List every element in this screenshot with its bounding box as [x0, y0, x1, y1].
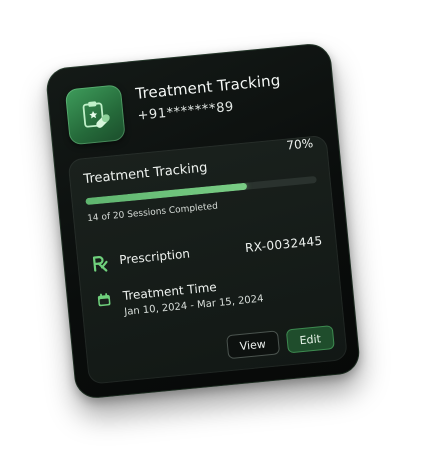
- details-panel: 70% Treatment Tracking 14 of 20 Sessions…: [67, 134, 348, 385]
- action-buttons: View Edit: [225, 325, 335, 360]
- rx-icon: [91, 254, 111, 274]
- view-button[interactable]: View: [225, 330, 280, 360]
- prescription-row: Prescription RX-0032445: [91, 234, 324, 274]
- treatment-time-block: Treatment Time Jan 10, 2024 - Mar 15, 20…: [122, 276, 264, 318]
- prescription-number: RX-0032445: [244, 233, 324, 256]
- treatment-time-row: Treatment Time Jan 10, 2024 - Mar 15, 20…: [94, 270, 328, 321]
- progress-percent: 70%: [285, 136, 314, 153]
- patient-phone: +91*******89: [136, 99, 235, 124]
- progress-label: Treatment Tracking: [82, 160, 209, 188]
- treatment-tracking-card: Treatment Tracking +91*******89 70% Trea…: [44, 42, 362, 400]
- sessions-completed: 14 of 20 Sessions Completed: [86, 201, 219, 225]
- calendar-icon: [94, 290, 114, 310]
- clipboard-pill-icon: [64, 84, 126, 146]
- progress-fill: [85, 182, 248, 206]
- edit-button[interactable]: Edit: [285, 325, 335, 354]
- header-title: Treatment Tracking: [134, 70, 282, 103]
- prescription-label: Prescription: [118, 246, 191, 268]
